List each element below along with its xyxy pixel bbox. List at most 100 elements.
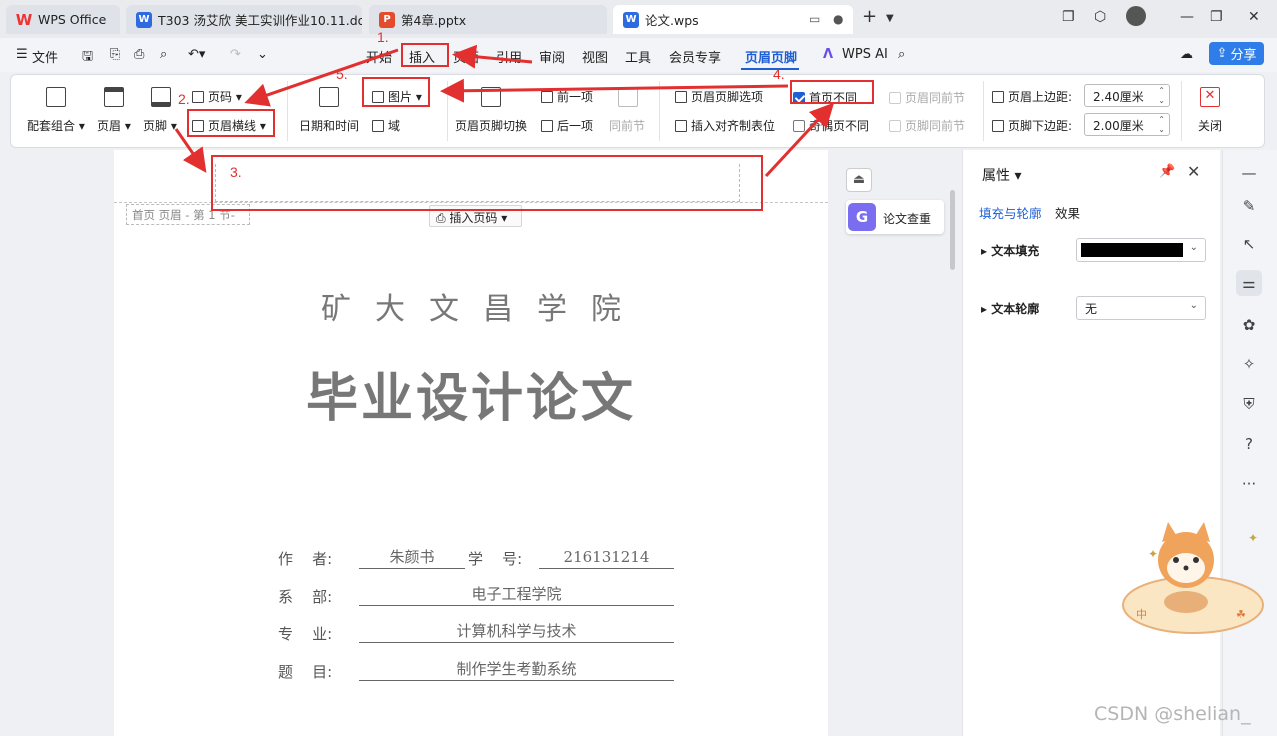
menu-view[interactable]: 视图	[582, 47, 608, 66]
close-icon[interactable]: ✕	[1187, 162, 1200, 181]
menu-bar: ☰ 文件 🖫 ⎘ ⎙ ⌕ ↶▾ ↷ ⌄ 开始 插入 页面 引用 审阅 视图 工具…	[0, 38, 1277, 72]
export-icon[interactable]: ⎘	[110, 47, 120, 62]
text-fill-label[interactable]: ▸ 文本填充	[981, 242, 1039, 259]
minimize-icon[interactable]: —	[1180, 9, 1194, 25]
properties-sliders-icon[interactable]: ⚌	[1236, 270, 1262, 296]
scrollbar-thumb[interactable]	[950, 190, 955, 270]
select-cursor-icon[interactable]: ↖	[1236, 231, 1262, 257]
magic-tool-icon[interactable]: ✧	[1236, 351, 1262, 377]
tab-monitor-icon[interactable]: ▭	[809, 12, 820, 26]
pin-icon[interactable]: 📌	[1159, 164, 1175, 179]
annotation-box-first-page	[790, 80, 874, 104]
more-chevron-icon[interactable]: ⌄	[257, 47, 268, 62]
header-same-prev-checkbox[interactable]: 页眉同前节	[889, 89, 965, 106]
menu-page[interactable]: 页面	[453, 47, 479, 66]
header-footer-options-button[interactable]: 页眉页脚选项	[675, 88, 763, 105]
new-tab-icon[interactable]: +	[862, 6, 877, 27]
share-button[interactable]: ⇪ 分享	[1209, 42, 1264, 65]
help-icon[interactable]: ?	[1236, 431, 1262, 457]
tab-dot-icon[interactable]: ●	[833, 12, 843, 26]
date-time-button[interactable]: 日期和时间	[299, 117, 359, 134]
text-outline-label[interactable]: ▸ 文本轮廓	[981, 300, 1039, 317]
tab-t303-doc[interactable]: W T303 汤艾欣 美工实训作业10.11.doc	[126, 5, 362, 34]
menu-member[interactable]: 会员专享	[669, 47, 721, 66]
menu-home[interactable]: 开始	[366, 47, 392, 66]
combo-button[interactable]: 配套组合 ▾	[27, 117, 85, 134]
header-button[interactable]: 页眉 ▾	[97, 117, 131, 134]
search-icon[interactable]: ⌕	[898, 47, 905, 62]
insert-align-tab-button[interactable]: 插入对齐制表位	[675, 117, 775, 134]
checkbox-icon	[889, 92, 901, 104]
odd-even-different-checkbox[interactable]: 奇偶页不同	[793, 117, 869, 134]
tab-effect[interactable]: 效果	[1055, 203, 1080, 222]
paper-check-button[interactable]: G 论文查重	[846, 200, 944, 234]
footer-margin-input[interactable]: 2.00厘米 ⌃ ⌄	[1084, 113, 1170, 136]
footer-button[interactable]: 页脚 ▾	[143, 117, 177, 134]
print-preview-icon[interactable]: ⌕	[160, 47, 167, 62]
menu-header-footer[interactable]: 页眉页脚	[745, 47, 797, 66]
tab-fill-outline[interactable]: 填充与轮廓	[979, 203, 1042, 222]
header-margin-input[interactable]: 2.40厘米 ⌃ ⌄	[1084, 84, 1170, 107]
options-label: 页眉页脚选项	[691, 90, 764, 104]
restore-icon[interactable]: ❐	[1210, 9, 1223, 25]
prev-item-button[interactable]: 前一项	[541, 88, 593, 105]
same-prev-section-button[interactable]: 同前节	[609, 117, 645, 134]
cloud-upload-icon[interactable]: ☁	[1180, 47, 1193, 62]
page-number-label: 页码	[208, 90, 233, 104]
page-number-button[interactable]: 页码 ▾	[192, 88, 242, 105]
pen-icon[interactable]: ✎	[1236, 193, 1262, 219]
footer-margin-icon	[992, 120, 1004, 132]
minus-icon[interactable]: —	[1236, 160, 1262, 186]
divider	[287, 81, 288, 141]
tab-wps-office[interactable]: W WPS Office	[6, 5, 120, 34]
menu-wps-ai[interactable]: WPS AI	[842, 47, 888, 62]
shirt-icon[interactable]: ⛨	[1236, 391, 1262, 417]
mascot-dog-image[interactable]: 中 ☘ ✦ ✦	[1118, 520, 1268, 640]
cube-icon[interactable]: ⬡	[1094, 9, 1106, 25]
same-prev-section-icon	[618, 87, 638, 107]
header-footer-switch-button[interactable]: 页眉页脚切换	[455, 117, 527, 134]
field-button[interactable]: 域	[372, 117, 400, 134]
undo-icon[interactable]: ↶▾	[188, 47, 205, 62]
text-outline-select[interactable]: 无 ⌄	[1076, 296, 1206, 320]
avatar[interactable]	[1126, 6, 1146, 26]
annotation-step-1: 1.	[377, 29, 389, 45]
school-name: 矿大文昌学院	[321, 292, 645, 327]
redo-icon[interactable]: ↷	[230, 47, 241, 62]
close-header-footer-button[interactable]: 关闭	[1198, 117, 1222, 134]
page-number-icon	[192, 91, 204, 103]
svg-text:☘: ☘	[1236, 608, 1246, 621]
spin-arrows-icon[interactable]: ⌃ ⌄	[1158, 115, 1165, 135]
tab-label: 第4章.pptx	[401, 13, 467, 28]
more-icon[interactable]: ···	[1236, 471, 1262, 497]
ppt-doc-icon: P	[379, 11, 395, 28]
menu-tools[interactable]: 工具	[625, 47, 651, 66]
menu-reference[interactable]: 引用	[496, 47, 522, 66]
close-header-footer-icon: ✕	[1200, 87, 1220, 107]
palette-icon[interactable]: ✿	[1236, 312, 1262, 338]
next-item-button[interactable]: 后一项	[541, 117, 593, 134]
properties-title[interactable]: 属性 ▾	[982, 165, 1021, 185]
tab-list-chevron-icon[interactable]: ▼	[886, 13, 894, 24]
save-icon[interactable]: 🖫	[82, 47, 93, 69]
collapse-up-icon[interactable]: ⏏	[846, 168, 872, 192]
menu-review[interactable]: 审阅	[539, 47, 565, 66]
spin-arrows-icon[interactable]: ⌃ ⌄	[1158, 86, 1165, 106]
wps-ai-icon[interactable]: Λ	[823, 47, 833, 62]
student-id-label: 学 号:	[468, 550, 523, 568]
text-fill-select[interactable]: ⌄	[1076, 238, 1206, 262]
text-outline-value: 无	[1085, 302, 1098, 316]
major-label: 专 业:	[278, 625, 333, 643]
print-icon[interactable]: ⎙	[134, 47, 144, 62]
footer-icon	[151, 87, 171, 107]
menu-file[interactable]: 文件	[32, 47, 58, 66]
close-window-icon[interactable]: ✕	[1248, 9, 1260, 25]
tab-chapter4-pptx[interactable]: P 第4章.pptx	[369, 5, 607, 34]
author-label: 作 者:	[278, 550, 333, 568]
footer-same-prev-checkbox[interactable]: 页脚同前节	[889, 117, 965, 134]
vertical-scrollbar[interactable]	[947, 150, 959, 736]
annotation-box-header-area	[211, 155, 763, 211]
document-page[interactable]	[114, 150, 828, 736]
multi-window-icon[interactable]: ❐	[1062, 9, 1075, 25]
hamburger-icon[interactable]: ☰	[16, 47, 28, 62]
